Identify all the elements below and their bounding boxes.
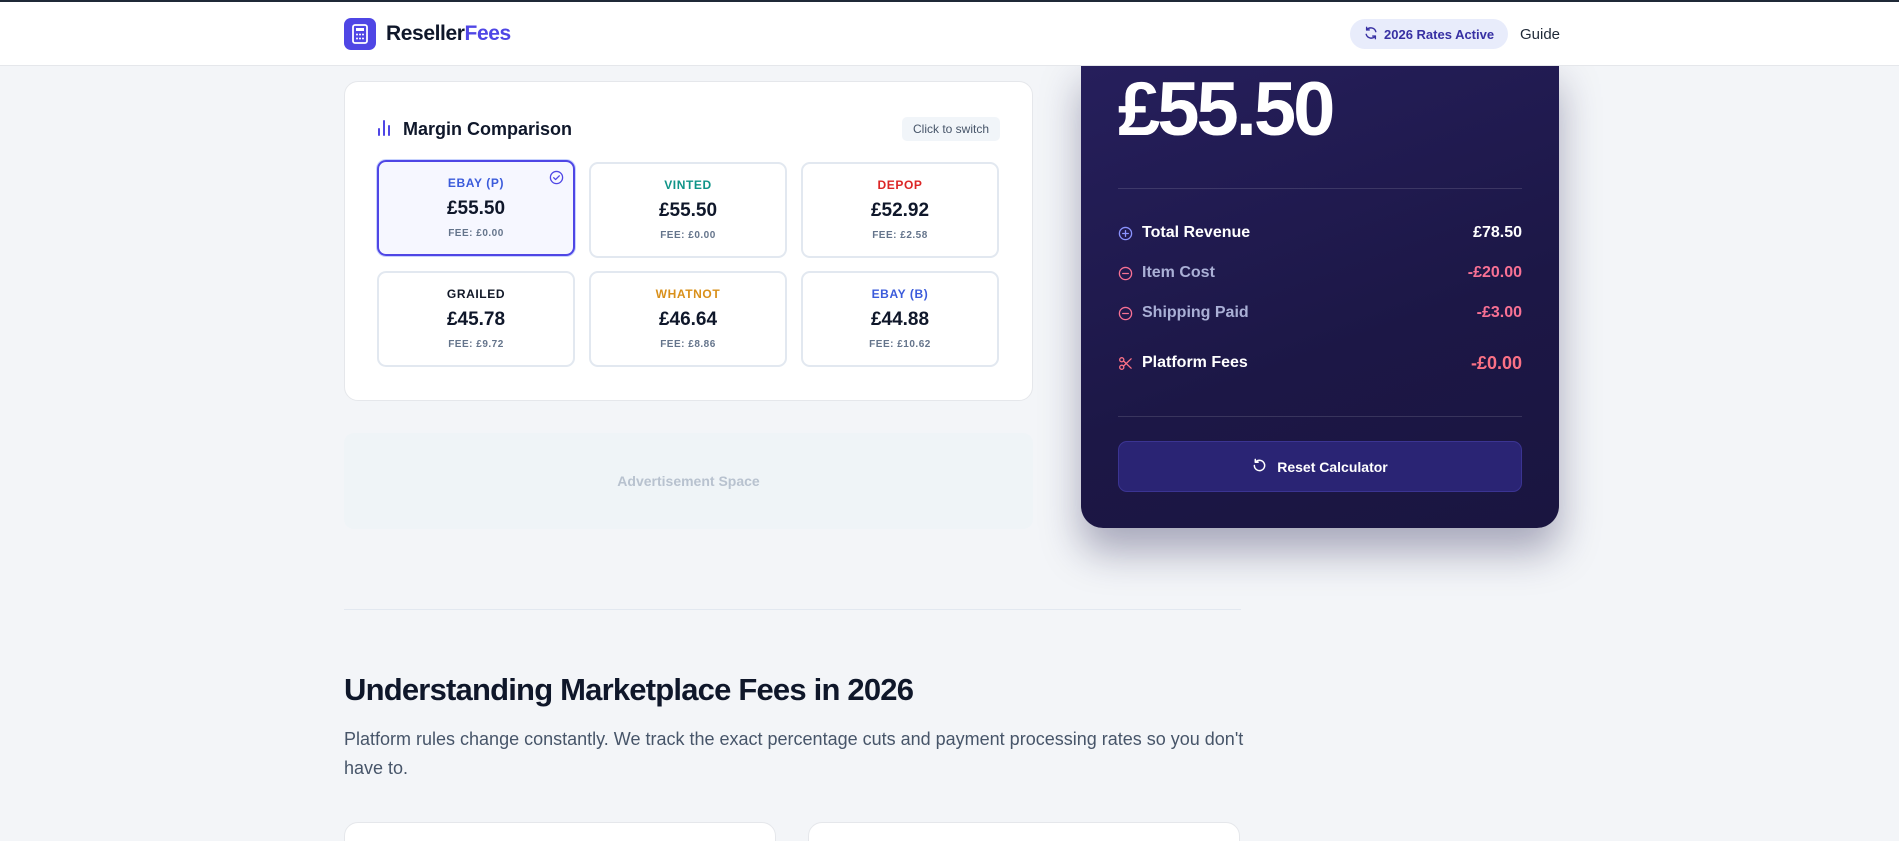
rates-badge-label: 2026 Rates Active <box>1384 26 1495 42</box>
platform-tile-grailed[interactable]: GRAILED £45.78 FEE: £9.72 <box>377 271 575 367</box>
article-title: Understanding Marketplace Fees in 2026 <box>344 672 914 707</box>
margin-comparison-title: Margin Comparison <box>403 119 573 139</box>
tile-profit: £55.50 <box>446 198 506 219</box>
tile-profit: £55.50 <box>658 200 718 221</box>
item-cost-row: Item Cost -£20.00 <box>1118 261 1522 285</box>
tile-platform-name: VINTED <box>664 178 712 192</box>
info-card <box>808 822 1240 841</box>
section-separator <box>344 609 1241 610</box>
shipping-paid-row: Shipping Paid -£3.00 <box>1118 301 1522 325</box>
tile-fee: FEE: £10.62 <box>869 339 931 350</box>
minus-circle-icon <box>1118 265 1134 281</box>
shipping-paid-value: -£3.00 <box>1476 304 1522 321</box>
scissors-icon <box>1118 355 1134 371</box>
profit-result-card: £55.50 Total Revenue £78.50 Item Cost -£… <box>1081 60 1559 528</box>
platform-tile-vinted[interactable]: VINTED £55.50 FEE: £0.00 <box>589 162 787 258</box>
bar-chart-icon <box>377 118 393 141</box>
brand-logo-link[interactable]: ResellerFees <box>344 18 511 50</box>
platform-tile-ebay-b[interactable]: EBAY (B) £44.88 FEE: £10.62 <box>801 271 999 367</box>
tile-fee: FEE: £0.00 <box>660 230 716 241</box>
total-revenue-row: Total Revenue £78.50 <box>1118 221 1522 245</box>
tile-profit: £45.78 <box>446 309 506 330</box>
tile-fee: FEE: £2.58 <box>872 230 928 241</box>
tile-platform-name: EBAY (B) <box>871 287 929 301</box>
tile-profit: £52.92 <box>870 200 930 221</box>
advertisement-space: Advertisement Space <box>344 433 1033 529</box>
platform-fees-value: -£0.00 <box>1470 352 1522 373</box>
brand-name-accent: Fees <box>464 22 512 45</box>
minus-circle-icon <box>1118 305 1134 321</box>
result-divider-top <box>1118 188 1522 189</box>
tile-profit: £46.64 <box>658 309 718 330</box>
tile-platform-name: GRAILED <box>446 287 506 301</box>
total-revenue-value: £78.50 <box>1473 224 1522 241</box>
item-cost-label: Item Cost <box>1142 264 1215 281</box>
check-circle-icon <box>549 170 564 190</box>
tile-fee: FEE: £8.86 <box>660 339 716 350</box>
platform-tile-depop[interactable]: DEPOP £52.92 FEE: £2.58 <box>801 162 999 258</box>
switch-hint: Click to switch <box>901 117 1000 141</box>
tile-fee: FEE: £9.72 <box>448 339 504 350</box>
tile-platform-name: DEPOP <box>877 178 923 192</box>
platform-tile-whatnot[interactable]: WHATNOT £46.64 FEE: £8.86 <box>589 271 787 367</box>
plus-circle-icon <box>1118 225 1134 241</box>
margin-comparison-header: Margin Comparison <box>377 118 572 141</box>
result-divider-bottom <box>1118 416 1522 417</box>
brand-name-main: Reseller <box>386 22 465 45</box>
margin-comparison-card: Margin Comparison Click to switch EBAY (… <box>344 81 1033 401</box>
total-revenue-label: Total Revenue <box>1142 224 1251 241</box>
guide-link[interactable]: Guide <box>1520 26 1560 43</box>
article-description: Platform rules change constantly. We tra… <box>344 729 1244 778</box>
rotate-ccw-icon <box>1252 458 1267 476</box>
reset-calculator-button[interactable]: Reset Calculator <box>1118 441 1522 492</box>
info-card <box>344 822 776 841</box>
reset-calculator-label: Reset Calculator <box>1277 458 1388 475</box>
tile-platform-name: EBAY (P) <box>447 176 505 190</box>
platform-fees-label: Platform Fees <box>1142 354 1248 371</box>
net-profit-value: £55.50 <box>1118 67 1335 152</box>
tile-fee: FEE: £0.00 <box>448 228 504 239</box>
advertisement-label: Advertisement Space <box>617 473 760 489</box>
refresh-icon <box>1364 26 1378 43</box>
platform-tile-ebay-p[interactable]: EBAY (P) £55.50 FEE: £0.00 <box>377 160 575 256</box>
brand-name: ResellerFees <box>386 22 511 46</box>
item-cost-value: -£20.00 <box>1467 264 1522 281</box>
tile-platform-name: WHATNOT <box>655 287 721 301</box>
shipping-paid-label: Shipping Paid <box>1142 304 1249 321</box>
tile-profit: £44.88 <box>870 309 930 330</box>
rates-active-badge[interactable]: 2026 Rates Active <box>1350 19 1509 49</box>
platform-fees-row: Platform Fees -£0.00 <box>1118 351 1522 375</box>
calculator-icon <box>344 18 376 50</box>
site-header: ResellerFees 2026 Rates Active Guide <box>0 2 1899 66</box>
